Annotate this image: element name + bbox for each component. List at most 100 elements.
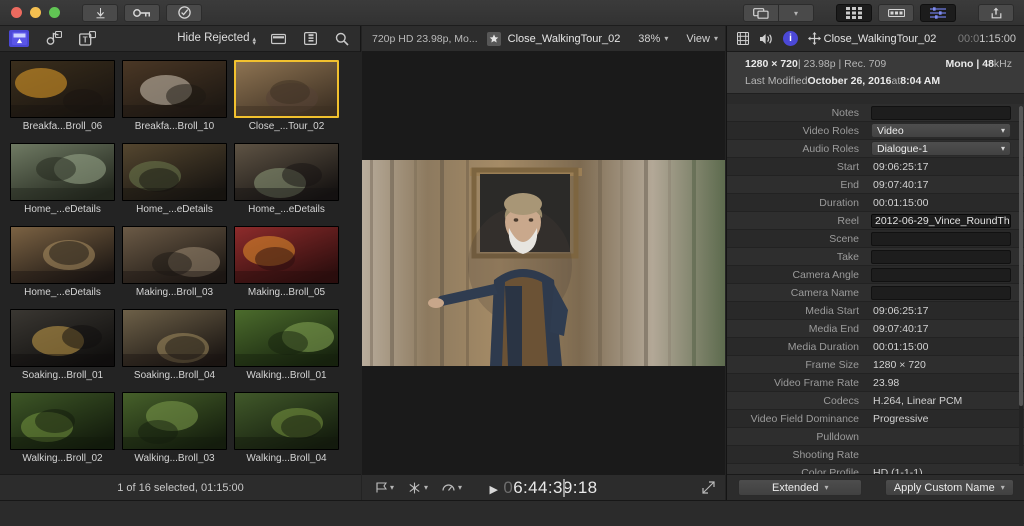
clip-item[interactable]: Home_...eDetails (10, 226, 115, 298)
show-browser-button[interactable] (836, 4, 872, 22)
inspector-row[interactable]: Video Field DominanceProgressive (727, 410, 1024, 428)
filmstrip-view-icon[interactable] (268, 30, 288, 47)
inspector-row-field[interactable] (871, 250, 1011, 264)
view-menu-label[interactable]: View (686, 33, 710, 45)
close-window-button[interactable] (11, 7, 22, 18)
clip-thumbnail[interactable] (122, 309, 227, 367)
clip-item[interactable]: Home_...eDetails (234, 143, 339, 215)
clip-thumbnail[interactable] (122, 143, 227, 201)
minimize-window-button[interactable] (30, 7, 41, 18)
zoom-window-button[interactable] (49, 7, 60, 18)
inspector-row[interactable]: Reel2012-06-29_Vince_RoundTheHo (727, 212, 1024, 230)
clip-thumbnail[interactable] (234, 392, 339, 450)
inspector-row-popup[interactable]: Dialogue-1▾ (871, 141, 1011, 156)
background-tasks-button[interactable] (166, 4, 202, 22)
inspector-row[interactable]: Frame Size1280 × 720 (727, 356, 1024, 374)
clip-thumbnail[interactable] (10, 309, 115, 367)
clip-thumbnail[interactable] (10, 392, 115, 450)
retime-menu[interactable]: ▾ (442, 482, 462, 494)
clip-thumbnail[interactable] (10, 60, 115, 118)
viewer-timecode[interactable]: ▶06:44:39:18 (489, 478, 597, 498)
inspector-row[interactable]: Shooting Rate (727, 446, 1024, 464)
inspector-row-popup[interactable]: Video▾ (871, 123, 1011, 138)
clip-item[interactable]: Soaking...Broll_01 (10, 309, 115, 381)
inspector-row[interactable]: Camera Name (727, 284, 1024, 302)
inspector-row[interactable]: End09:07:40:17 (727, 176, 1024, 194)
clip-thumbnail[interactable] (122, 226, 227, 284)
apply-custom-name-button[interactable]: Apply Custom Name ▾ (885, 479, 1014, 496)
star-icon[interactable] (487, 32, 501, 46)
list-view-icon[interactable] (300, 30, 320, 47)
inspector-row-field[interactable] (871, 268, 1011, 282)
inspector-row[interactable]: Color ProfileHD (1-1-1) (727, 464, 1024, 474)
zoom-chevron-down-icon[interactable]: ▾ (664, 34, 668, 43)
info-tab-icon[interactable]: i (783, 31, 798, 46)
inspector-row[interactable]: Audio RolesDialogue-1▾ (727, 140, 1024, 158)
clip-item[interactable]: Making...Broll_03 (122, 226, 227, 298)
inspector-row[interactable]: Take (727, 248, 1024, 266)
inspector-row-field[interactable]: 2012-06-29_Vince_RoundTheHo (871, 214, 1011, 228)
clip-thumbnail[interactable] (234, 143, 339, 201)
music-effects-icon[interactable] (43, 30, 63, 47)
clip-item[interactable]: Close_...Tour_02 (234, 60, 339, 132)
inspector-rows[interactable]: NotesVideo RolesVideo▾Audio RolesDialogu… (727, 104, 1024, 474)
inspector-row[interactable]: Start09:06:25:17 (727, 158, 1024, 176)
inspector-row[interactable]: Video RolesVideo▾ (727, 122, 1024, 140)
clip-thumbnail[interactable] (10, 226, 115, 284)
inspector-row[interactable]: Media Duration00:01:15:00 (727, 338, 1024, 356)
inspector-row[interactable]: Notes (727, 104, 1024, 122)
titles-generators-icon[interactable]: T (77, 30, 97, 47)
format-summary: | 23.98p | Rec. 709 (798, 58, 886, 70)
inspector-row[interactable]: Camera Angle (727, 266, 1024, 284)
inspector-row[interactable]: Media End09:07:40:17 (727, 320, 1024, 338)
filter-popup[interactable]: Hide Rejected▴▾ (177, 32, 256, 46)
clip-grid[interactable]: Breakfa...Broll_06Breakfa...Broll_10Clos… (0, 52, 361, 500)
audio-tab-icon[interactable] (759, 33, 773, 45)
clip-item[interactable]: Home_...eDetails (10, 143, 115, 215)
viewer-zoom-level[interactable]: 38% (638, 33, 660, 45)
inspector-row[interactable]: Pulldown (727, 428, 1024, 446)
inspector-row[interactable]: Duration00:01:15:00 (727, 194, 1024, 212)
show-inspector-button[interactable] (920, 4, 956, 22)
inspector-row-field[interactable] (871, 232, 1011, 246)
clip-item[interactable]: Walking...Broll_04 (234, 392, 339, 464)
clip-thumbnail[interactable] (122, 392, 227, 450)
clip-thumbnail[interactable] (122, 60, 227, 118)
clip-item[interactable]: Home_...eDetails (122, 143, 227, 215)
clip-item[interactable]: Soaking...Broll_04 (122, 309, 227, 381)
fullscreen-icon[interactable] (702, 481, 715, 494)
clip-item[interactable]: Breakfa...Broll_10 (122, 60, 227, 132)
clip-item[interactable]: Walking...Broll_02 (10, 392, 115, 464)
marker-menu[interactable]: ▾ (376, 482, 394, 493)
clip-thumbnail[interactable] (234, 226, 339, 284)
import-media-button[interactable] (82, 4, 118, 22)
keyword-editor-button[interactable] (124, 4, 160, 22)
scrollbar-thumb[interactable] (1019, 106, 1023, 406)
clip-item[interactable]: Walking...Broll_03 (122, 392, 227, 464)
clip-thumbnail[interactable] (234, 60, 339, 118)
inspector-scrollbar[interactable] (1019, 106, 1023, 466)
inspector-row-field[interactable] (871, 286, 1011, 300)
clip-item[interactable]: Walking...Broll_01 (234, 309, 339, 381)
view-chevron-down-icon[interactable]: ▾ (714, 34, 718, 43)
clip-thumbnail[interactable] (234, 309, 339, 367)
video-tab-icon[interactable] (737, 32, 749, 45)
clip-item[interactable]: Making...Broll_05 (234, 226, 339, 298)
search-icon[interactable] (332, 30, 352, 47)
inspector-row[interactable]: CodecsH.264, Linear PCM (727, 392, 1024, 410)
transform-tab-icon[interactable] (808, 32, 821, 45)
effects-menu[interactable]: ▾ (408, 482, 428, 494)
display-options-chevron[interactable]: ▾ (778, 4, 814, 22)
inspector-row[interactable]: Media Start09:06:25:17 (727, 302, 1024, 320)
display-options-button[interactable] (743, 4, 779, 22)
clip-thumbnail[interactable] (10, 143, 115, 201)
inspector-row[interactable]: Scene (727, 230, 1024, 248)
share-button[interactable] (978, 4, 1014, 22)
media-browser-icon[interactable] (9, 30, 29, 47)
metadata-view-button[interactable]: Extended ▾ (738, 479, 862, 496)
inspector-row[interactable]: Video Frame Rate23.98 (727, 374, 1024, 392)
video-frame[interactable] (362, 160, 725, 366)
inspector-row-field[interactable] (871, 106, 1011, 120)
show-timeline-button[interactable] (878, 4, 914, 22)
clip-item[interactable]: Breakfa...Broll_06 (10, 60, 115, 132)
